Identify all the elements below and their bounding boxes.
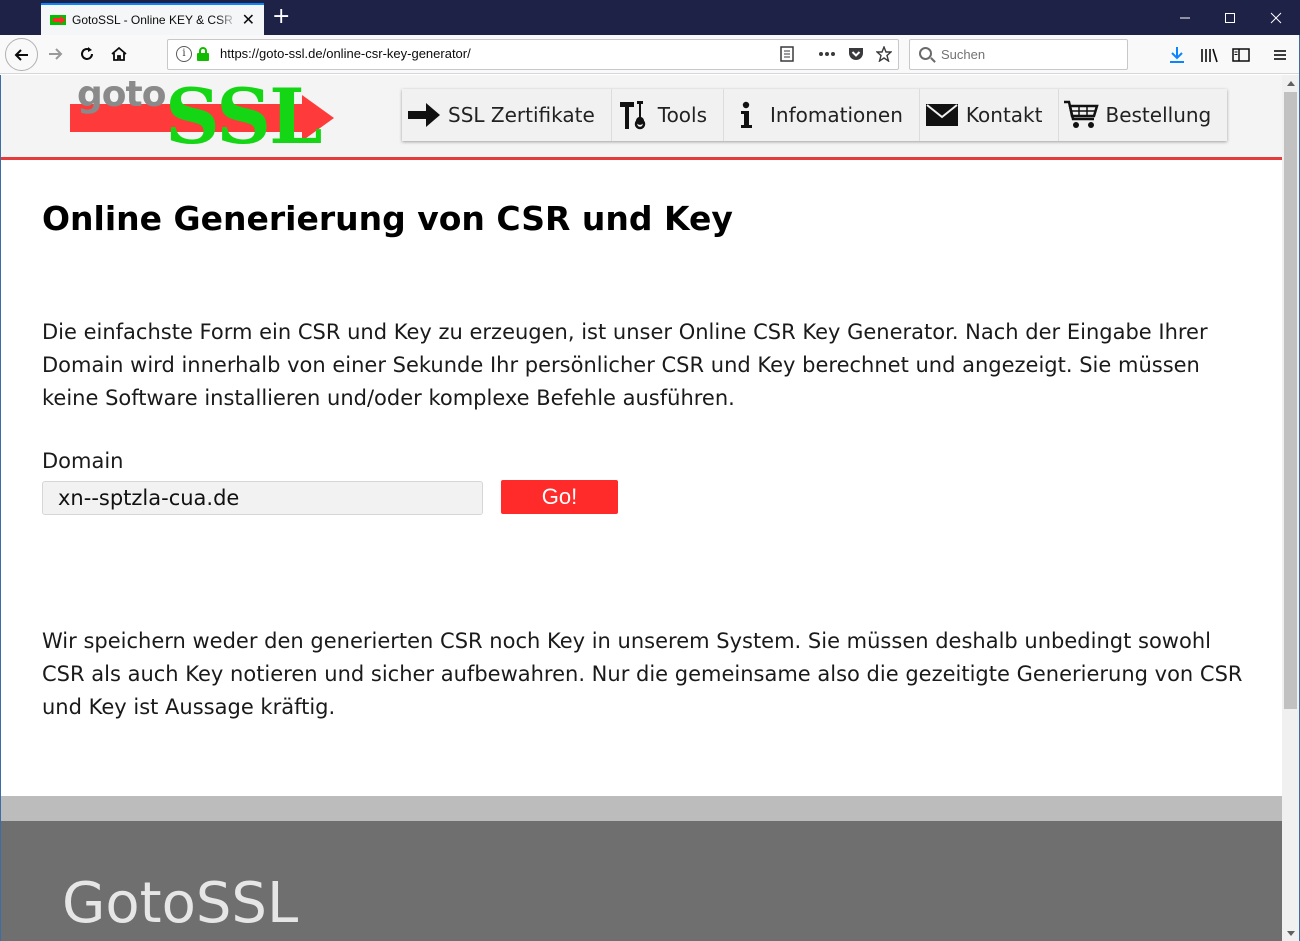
menu-item-kontakt[interactable]: Kontakt (919, 89, 1060, 141)
footer-divider (1, 796, 1282, 821)
site-header: goto SSL SSL Zertifikate Tools Infomatio… (1, 75, 1282, 160)
scroll-down-arrow-icon[interactable] (1282, 925, 1299, 941)
menu-item-infomationen[interactable]: Infomationen (724, 89, 920, 141)
notice-paragraph: Wir speichern weder den generierten CSR … (42, 629, 1243, 719)
menu-item-label: Tools (657, 103, 708, 127)
domain-input[interactable] (42, 481, 483, 515)
secure-lock-icon[interactable] (197, 47, 209, 61)
hamburger-menu-icon[interactable] (1269, 44, 1291, 66)
new-tab-button[interactable]: + (272, 5, 290, 29)
tab-close-icon[interactable]: ✕ (242, 12, 255, 28)
tools-icon (616, 97, 652, 133)
browser-tab[interactable]: GotoSSL - Online KEY & CSR für ✕ (41, 3, 264, 35)
menu-item-ssl-zertifikate[interactable]: SSL Zertifikate (402, 89, 612, 141)
footer-brand: GotoSSL (62, 871, 299, 936)
info-icon (728, 97, 764, 133)
site-logo[interactable]: goto SSL (69, 75, 339, 157)
search-bar[interactable]: Suchen (909, 39, 1128, 70)
menu-item-label: Bestellung (1105, 103, 1212, 127)
page-viewport: goto SSL SSL Zertifikate Tools Infomatio… (1, 75, 1282, 941)
maximize-button[interactable] (1207, 0, 1253, 35)
menu-item-tools[interactable]: Tools (611, 89, 725, 141)
scroll-up-arrow-icon[interactable] (1282, 75, 1299, 91)
site-favicon-icon (50, 12, 66, 28)
browser-titlebar: GotoSSL - Online KEY & CSR für ✕ + (0, 0, 1300, 35)
logo-goto-text: goto (77, 75, 166, 115)
domain-label: Domain (42, 449, 124, 473)
home-icon (111, 46, 127, 61)
home-button[interactable] (104, 39, 134, 69)
menu-item-label: Infomationen (770, 103, 903, 127)
sidebar-icon[interactable] (1230, 44, 1252, 66)
menu-item-bestellung[interactable]: Bestellung (1059, 89, 1228, 141)
browser-navbar: i https://goto-ssl.de/online-csr-key-gen… (0, 35, 1300, 74)
page-scrollbar[interactable] (1282, 75, 1299, 941)
forward-arrow-icon (49, 48, 63, 60)
search-input[interactable]: Suchen (941, 47, 985, 62)
cart-icon (1063, 97, 1100, 133)
arrow-right-icon (406, 97, 442, 133)
menu-item-label: SSL Zertifikate (448, 103, 595, 127)
intro-paragraph: Die einfachste Form ein CSR und Key zu e… (42, 320, 1208, 410)
page-title: Online Generierung von CSR und Key (42, 199, 733, 238)
url-bar[interactable]: i https://goto-ssl.de/online-csr-key-gen… (167, 39, 899, 70)
menu-item-label: Kontakt (965, 103, 1043, 127)
reader-view-icon[interactable] (777, 44, 797, 64)
url-text[interactable]: https://goto-ssl.de/online-csr-key-gener… (220, 46, 471, 61)
logo-ssl-text: SSL (165, 75, 323, 161)
search-icon (919, 47, 932, 60)
back-button[interactable] (5, 38, 38, 71)
site-info-icon[interactable]: i (176, 46, 192, 62)
back-arrow-icon (14, 48, 28, 61)
pocket-icon[interactable] (846, 44, 866, 64)
site-footer: GotoSSL (1, 821, 1282, 941)
forward-button[interactable] (40, 39, 70, 69)
downloads-icon[interactable] (1166, 44, 1188, 66)
library-icon[interactable] (1198, 44, 1220, 66)
reload-button[interactable] (72, 39, 102, 69)
main-menu: SSL Zertifikate Tools Infomationen Konta… (402, 89, 1228, 141)
bookmark-star-icon[interactable] (874, 44, 894, 64)
close-window-button[interactable] (1253, 0, 1299, 35)
scroll-thumb[interactable] (1284, 92, 1297, 709)
mail-icon (924, 97, 960, 133)
reload-icon (81, 47, 93, 60)
tab-title: GotoSSL - Online KEY & CSR für (72, 13, 237, 27)
page-actions-icon[interactable] (817, 44, 837, 64)
minimize-button[interactable] (1162, 0, 1208, 35)
go-button[interactable]: Go! (501, 480, 618, 514)
